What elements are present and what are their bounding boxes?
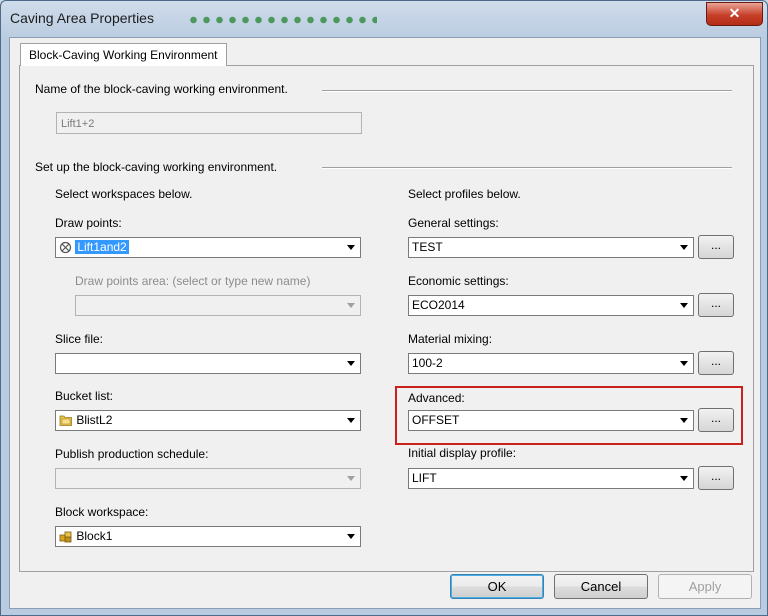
block-workspace-value: Block1 — [76, 529, 113, 543]
advanced-value: OFFSET — [412, 413, 460, 427]
folder-icon — [59, 415, 72, 427]
advanced-browse-button[interactable]: ... — [698, 408, 734, 432]
economic-settings-value: ECO2014 — [412, 298, 465, 312]
chevron-down-icon — [342, 470, 359, 487]
profiles-heading: Select profiles below. — [408, 187, 521, 201]
window-title: Caving Area Properties — [10, 10, 154, 26]
block-workspace-label: Block workspace: — [55, 505, 149, 519]
material-mixing-combo[interactable]: 100-2 — [408, 353, 694, 374]
material-mixing-value: 100-2 — [412, 356, 443, 370]
draw-points-combo[interactable]: Lift1and2 — [55, 237, 361, 258]
material-mixing-browse-button[interactable]: ... — [698, 351, 734, 375]
cancel-button[interactable]: Cancel — [554, 574, 648, 599]
chevron-down-icon[interactable] — [675, 470, 692, 487]
publish-schedule-combo — [55, 468, 361, 489]
bucket-list-combo[interactable]: BlistL2 — [55, 410, 361, 431]
general-settings-combo[interactable]: TEST — [408, 237, 694, 258]
no-entry-circle-icon — [59, 242, 72, 254]
draw-points-value: Lift1and2 — [75, 240, 129, 254]
tab-panel: Name of the block-caving working environ… — [19, 65, 754, 572]
material-mixing-label: Material mixing: — [408, 332, 493, 346]
chevron-down-icon — [342, 297, 359, 314]
economic-settings-label: Economic settings: — [408, 274, 509, 288]
initial-display-profile-value: LIFT — [412, 471, 437, 485]
general-settings-browse-button[interactable]: ... — [698, 235, 734, 259]
general-settings-label: General settings: — [408, 216, 499, 230]
separator — [322, 167, 732, 169]
close-button[interactable]: ✕ — [706, 2, 763, 26]
advanced-label: Advanced: — [408, 391, 465, 405]
bucket-list-label: Bucket list: — [55, 389, 114, 403]
economic-settings-combo[interactable]: ECO2014 — [408, 295, 694, 316]
background-window-glimpse — [187, 15, 377, 25]
apply-button: Apply — [658, 574, 752, 599]
setup-section-label: Set up the block-caving working environm… — [35, 160, 278, 174]
name-section-label: Name of the block-caving working environ… — [35, 82, 288, 96]
block-cubes-icon — [59, 531, 72, 543]
draw-points-area-combo — [75, 295, 361, 316]
initial-display-profile-label: Initial display profile: — [408, 446, 517, 460]
chevron-down-icon[interactable] — [675, 412, 692, 429]
separator — [322, 90, 732, 92]
chevron-down-icon[interactable] — [342, 412, 359, 429]
economic-settings-browse-button[interactable]: ... — [698, 293, 734, 317]
chevron-down-icon[interactable] — [342, 355, 359, 372]
general-settings-value: TEST — [412, 240, 443, 254]
workspaces-heading: Select workspaces below. — [55, 187, 193, 201]
chevron-down-icon[interactable] — [675, 355, 692, 372]
chevron-down-icon[interactable] — [342, 528, 359, 545]
slice-file-label: Slice file: — [55, 332, 104, 346]
publish-schedule-label: Publish production schedule: — [55, 447, 209, 461]
ok-button[interactable]: OK — [450, 574, 544, 599]
draw-points-label: Draw points: — [55, 216, 122, 230]
initial-display-profile-combo[interactable]: LIFT — [408, 468, 694, 489]
initial-display-profile-browse-button[interactable]: ... — [698, 466, 734, 490]
advanced-combo[interactable]: OFFSET — [408, 410, 694, 431]
chevron-down-icon[interactable] — [675, 297, 692, 314]
chevron-down-icon[interactable] — [342, 239, 359, 256]
chevron-down-icon[interactable] — [675, 239, 692, 256]
bucket-list-value: BlistL2 — [76, 413, 113, 427]
draw-points-area-label: Draw points area: (select or type new na… — [75, 274, 311, 288]
tab-block-caving-environment[interactable]: Block-Caving Working Environment — [20, 43, 227, 66]
environment-name-field: Lift1+2 — [56, 112, 362, 134]
dialog-client-area: Block-Caving Working Environment Name of… — [9, 37, 761, 609]
slice-file-combo[interactable] — [55, 353, 361, 374]
block-workspace-combo[interactable]: Block1 — [55, 526, 361, 547]
dialog-window: Caving Area Properties ✕ Block-Caving Wo… — [0, 0, 768, 616]
